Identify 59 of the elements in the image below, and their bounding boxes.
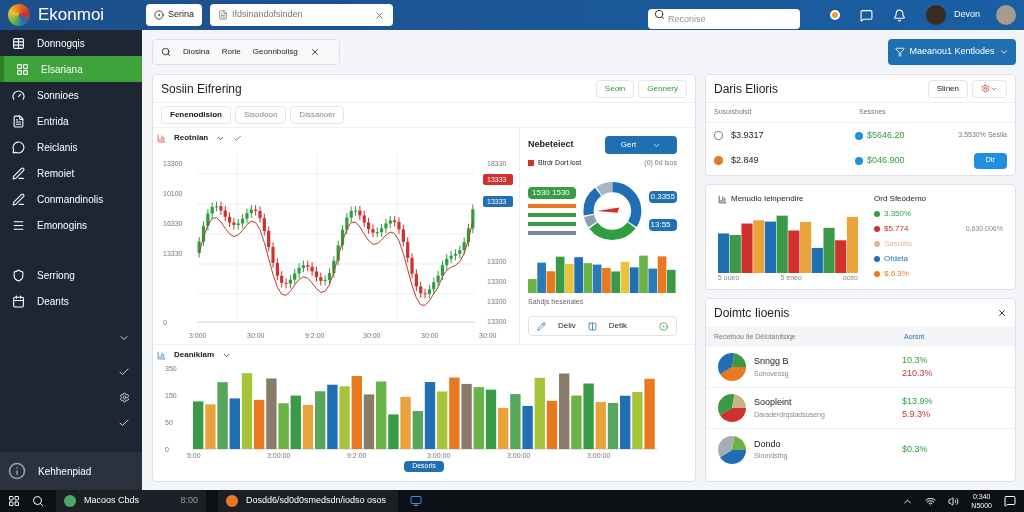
sidebar-item[interactable]: Entrida [0,108,142,134]
tab-button[interactable]: Serina [146,4,202,26]
filter-chip[interactable]: Rorie [221,46,241,58]
sidebar-item[interactable]: Sonnioes [0,82,142,108]
panel-title: Nebeteiect [528,138,574,152]
change-down: 210.3% [902,367,933,380]
action-button[interactable]: Gennery [638,79,687,98]
card-title: Daris Elioris [714,80,778,98]
tab[interactable]: Fenenodision [161,106,231,124]
filter-chip[interactable]: Geonnbolisg [252,46,298,58]
card-title: Menudio Ielnpendire [731,193,804,205]
change-down: 5.9.3% [902,408,932,421]
sidebar-item[interactable]: Remoiet [0,160,142,186]
value: $046.900 [867,153,906,167]
legend-label: $5.774 [884,223,909,235]
legend-label: $.6.3% [884,268,909,280]
action-button[interactable]: Seoin [595,79,635,98]
legend-label: 3.350% [884,208,912,220]
primary-button[interactable]: Maeanou1 Kentlodes [888,39,1016,65]
change-up: 10.3% [902,353,929,367]
chart-title: Reotnlan [174,132,209,144]
value-pill: 1530 1530 [528,186,576,199]
row-title: Soopleint [754,396,793,409]
footer-label: Kehhenpiad [38,464,92,479]
row-title: Snngg B [754,355,790,368]
tool-label[interactable]: Deliv [558,320,576,332]
tool-label[interactable]: Detik [608,320,627,332]
sidebar-item[interactable]: Reiclanis [0,134,142,160]
change-up: $13.9% [902,394,933,408]
legend-title: Ord Sfeodemo [874,193,928,205]
dropdown-button[interactable]: Gert [605,136,677,154]
change-up: $0.3% [902,442,928,456]
value: $5646.20 [867,128,906,142]
legend-label: Sasoitis [884,238,912,250]
search-field[interactable]: Reconise [648,9,800,29]
taskbar-app[interactable]: Macoos Cbds 8:00 [56,490,206,512]
value-tag: 13:55 [648,218,677,231]
sidebar-item[interactable]: Donnogqis [0,30,142,56]
legend-label: Ofdeta [884,253,908,265]
sidebar-item[interactable]: Serriong [0,262,142,288]
row-title: Dondo [754,437,782,451]
app-name: Ekonmoi [38,4,106,27]
tab[interactable]: Sisodoon [235,106,287,124]
filter-chip[interactable]: Diosina [183,46,210,58]
card-title: Doimtc Iioenis [714,305,790,322]
user-name[interactable]: Devon [954,8,980,22]
tab[interactable]: Dissanoer [290,106,345,124]
sidebar-item[interactable]: Conmandinolis [0,186,142,212]
sidebar-item[interactable]: Emonogins [0,212,142,238]
taskbar-app[interactable]: Dosdd6/sd0d0smedsdn/iodso osos [218,490,398,512]
amount: $2.849 [731,153,760,167]
action-button[interactable]: Slinen [927,79,968,98]
sidebar-footer[interactable]: Kehhenpiad [0,452,142,490]
sidebar-item[interactable]: Deants [0,288,142,314]
address-field[interactable]: Ifdsinandofsinden [210,4,393,26]
amount: $3.9317 [731,128,765,142]
card-title: Sosiin Eifrering [161,80,242,98]
value-tag: 0.3355 [648,190,677,203]
chart-title: Deaniklam [174,349,215,361]
